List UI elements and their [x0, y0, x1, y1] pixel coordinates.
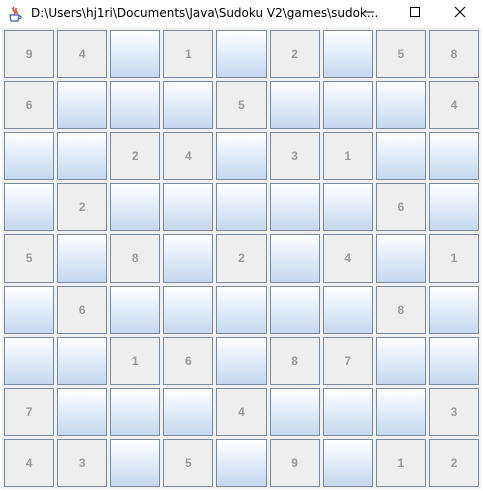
maximize-icon — [409, 5, 421, 23]
empty-cell[interactable] — [322, 438, 373, 487]
empty-cell[interactable] — [322, 81, 373, 130]
given-cell[interactable]: 4 — [428, 81, 479, 130]
empty-cell[interactable] — [216, 438, 267, 487]
given-cell[interactable]: 6 — [163, 336, 214, 385]
given-cell[interactable]: 4 — [57, 30, 108, 79]
close-icon — [454, 5, 466, 23]
given-cell[interactable]: 9 — [269, 438, 320, 487]
sudoku-window: D:\Users\hj1ri\Documents\Java\Sudoku V2\… — [0, 0, 483, 491]
given-cell[interactable]: 8 — [375, 285, 426, 334]
given-cell[interactable]: 6 — [57, 285, 108, 334]
given-cell[interactable]: 5 — [163, 438, 214, 487]
empty-cell[interactable] — [216, 132, 267, 181]
given-cell[interactable]: 4 — [216, 387, 267, 436]
empty-cell[interactable] — [375, 234, 426, 283]
empty-cell[interactable] — [428, 336, 479, 385]
empty-cell[interactable] — [110, 387, 161, 436]
given-cell[interactable]: 3 — [269, 132, 320, 181]
empty-cell[interactable] — [322, 30, 373, 79]
empty-cell[interactable] — [4, 285, 55, 334]
given-cell[interactable]: 7 — [4, 387, 55, 436]
given-cell[interactable]: 5 — [375, 30, 426, 79]
empty-cell[interactable] — [57, 387, 108, 436]
given-cell[interactable]: 1 — [322, 132, 373, 181]
empty-cell[interactable] — [163, 285, 214, 334]
empty-cell[interactable] — [322, 387, 373, 436]
given-cell[interactable]: 7 — [322, 336, 373, 385]
empty-cell[interactable] — [163, 81, 214, 130]
empty-cell[interactable] — [428, 132, 479, 181]
given-cell[interactable]: 8 — [269, 336, 320, 385]
empty-cell[interactable] — [57, 132, 108, 181]
given-cell[interactable]: 3 — [428, 387, 479, 436]
empty-cell[interactable] — [4, 132, 55, 181]
empty-cell[interactable] — [216, 183, 267, 232]
empty-cell[interactable] — [110, 183, 161, 232]
empty-cell[interactable] — [269, 285, 320, 334]
given-cell[interactable]: 1 — [428, 234, 479, 283]
empty-cell[interactable] — [428, 183, 479, 232]
empty-cell[interactable] — [57, 234, 108, 283]
minimize-button[interactable] — [346, 0, 392, 28]
empty-cell[interactable] — [428, 285, 479, 334]
java-coffee-icon[interactable] — [7, 5, 25, 23]
empty-cell[interactable] — [57, 336, 108, 385]
given-cell[interactable]: 5 — [4, 234, 55, 283]
empty-cell[interactable] — [57, 81, 108, 130]
given-cell[interactable]: 2 — [269, 30, 320, 79]
window-title: D:\Users\hj1ri\Documents\Java\Sudoku V2\… — [31, 6, 379, 20]
empty-cell[interactable] — [322, 285, 373, 334]
empty-cell[interactable] — [110, 438, 161, 487]
sudoku-board: 94125865424312658241681687743435912 — [2, 28, 481, 489]
empty-cell[interactable] — [163, 183, 214, 232]
empty-cell[interactable] — [375, 132, 426, 181]
empty-cell[interactable] — [269, 183, 320, 232]
given-cell[interactable]: 8 — [110, 234, 161, 283]
empty-cell[interactable] — [375, 387, 426, 436]
empty-cell[interactable] — [4, 183, 55, 232]
given-cell[interactable]: 8 — [428, 30, 479, 79]
title-bar[interactable]: D:\Users\hj1ri\Documents\Java\Sudoku V2\… — [0, 0, 483, 28]
empty-cell[interactable] — [216, 336, 267, 385]
empty-cell[interactable] — [216, 285, 267, 334]
maximize-button[interactable] — [392, 0, 438, 28]
given-cell[interactable]: 4 — [163, 132, 214, 181]
empty-cell[interactable] — [216, 30, 267, 79]
empty-cell[interactable] — [269, 81, 320, 130]
empty-cell[interactable] — [163, 387, 214, 436]
given-cell[interactable]: 1 — [375, 438, 426, 487]
given-cell[interactable]: 1 — [163, 30, 214, 79]
given-cell[interactable]: 3 — [57, 438, 108, 487]
empty-cell[interactable] — [110, 285, 161, 334]
empty-cell[interactable] — [322, 183, 373, 232]
empty-cell[interactable] — [375, 81, 426, 130]
given-cell[interactable]: 6 — [4, 81, 55, 130]
given-cell[interactable]: 2 — [57, 183, 108, 232]
empty-cell[interactable] — [269, 387, 320, 436]
empty-cell[interactable] — [110, 81, 161, 130]
empty-cell[interactable] — [269, 234, 320, 283]
empty-cell[interactable] — [4, 336, 55, 385]
given-cell[interactable]: 2 — [110, 132, 161, 181]
empty-cell[interactable] — [110, 30, 161, 79]
given-cell[interactable]: 2 — [216, 234, 267, 283]
given-cell[interactable]: 1 — [110, 336, 161, 385]
minimize-icon — [363, 5, 375, 23]
given-cell[interactable]: 6 — [375, 183, 426, 232]
empty-cell[interactable] — [375, 336, 426, 385]
given-cell[interactable]: 9 — [4, 30, 55, 79]
given-cell[interactable]: 4 — [322, 234, 373, 283]
given-cell[interactable]: 5 — [216, 81, 267, 130]
given-cell[interactable]: 2 — [428, 438, 479, 487]
given-cell[interactable]: 4 — [4, 438, 55, 487]
empty-cell[interactable] — [163, 234, 214, 283]
close-button[interactable] — [437, 0, 483, 28]
